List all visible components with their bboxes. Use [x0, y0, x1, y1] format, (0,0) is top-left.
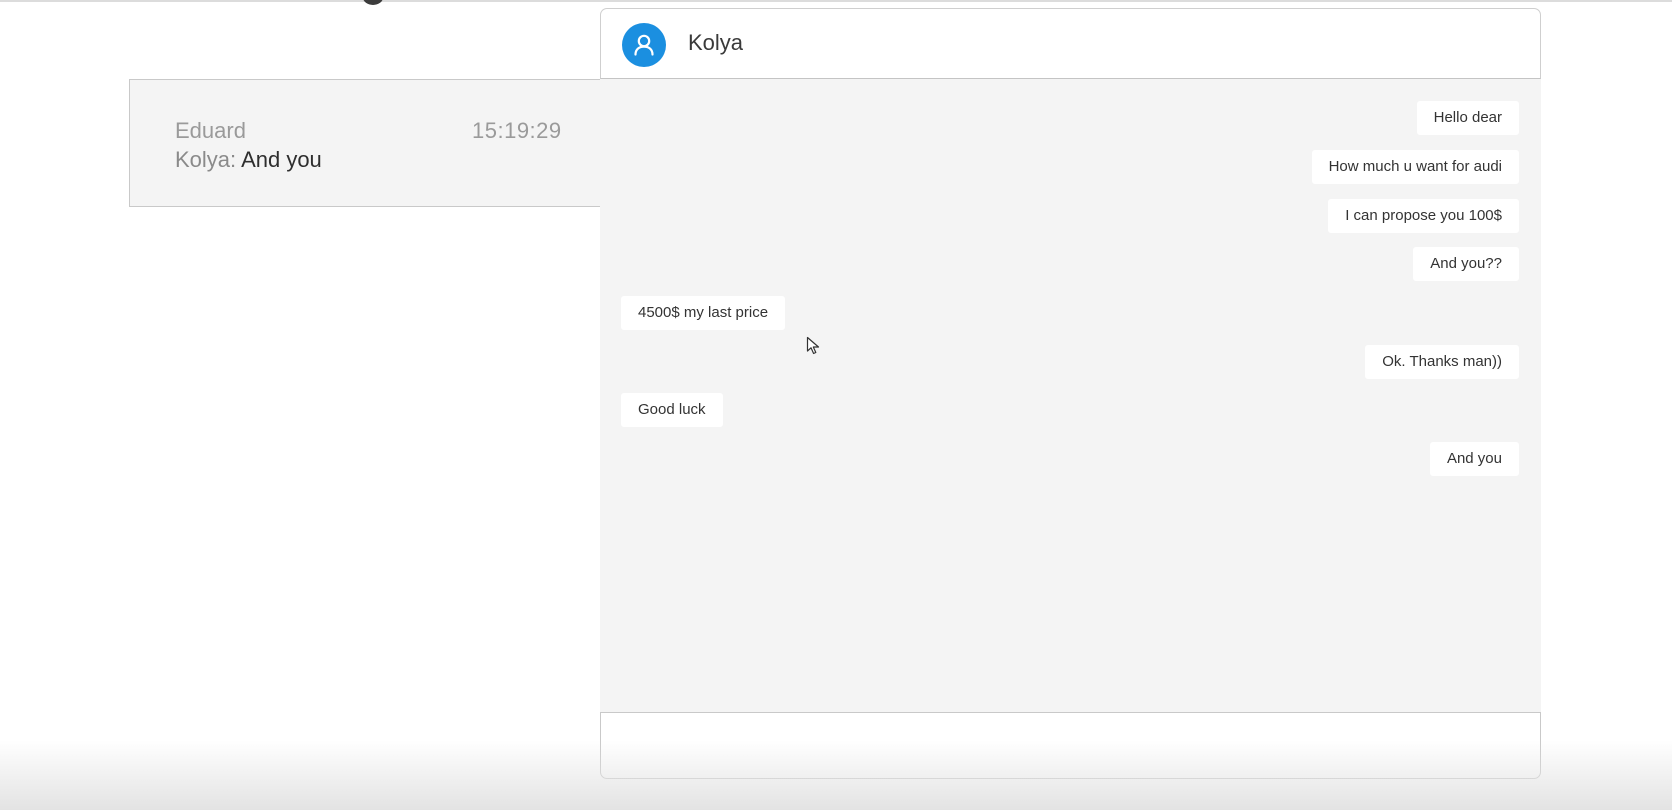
message-bubble-outgoing: Ok. Thanks man)) — [1365, 345, 1519, 379]
page: Eduard 15:19:29 Kolya: And you Kolya Hel… — [0, 0, 1672, 810]
message-bubble-outgoing: And you?? — [1413, 247, 1519, 281]
conversation-preview: Kolya: And you — [175, 147, 322, 173]
message-bubble-outgoing: I can propose you 100$ — [1328, 199, 1519, 233]
avatar[interactable] — [622, 23, 666, 67]
chat-panel: Kolya Hello dear How much u want for aud… — [600, 8, 1541, 779]
message-bubble-outgoing: And you — [1429, 442, 1519, 476]
conversation-name: Eduard — [175, 118, 246, 143]
conversation-item-eduard[interactable]: Eduard 15:19:29 Kolya: And you — [129, 79, 601, 207]
top-divider — [0, 0, 1672, 2]
message-bubble-outgoing: Hello dear — [1416, 101, 1519, 135]
message-bubble-incoming: 4500$ my last price — [621, 296, 786, 330]
bottom-shadow — [0, 740, 1672, 810]
chat-header: Kolya — [600, 8, 1541, 79]
mouse-cursor-icon — [806, 336, 820, 355]
partial-icon — [363, 0, 383, 5]
message-list[interactable]: Hello dear How much u want for audi I ca… — [600, 79, 1541, 712]
preview-sender: Kolya: — [175, 147, 237, 172]
user-icon — [634, 34, 654, 56]
preview-message: And you — [241, 147, 322, 172]
chat-contact-name: Kolya — [688, 30, 744, 55]
message-bubble-outgoing: How much u want for audi — [1311, 150, 1519, 184]
conversation-time: 15:19:29 — [472, 118, 562, 143]
message-bubble-incoming: Good luck — [621, 393, 723, 427]
